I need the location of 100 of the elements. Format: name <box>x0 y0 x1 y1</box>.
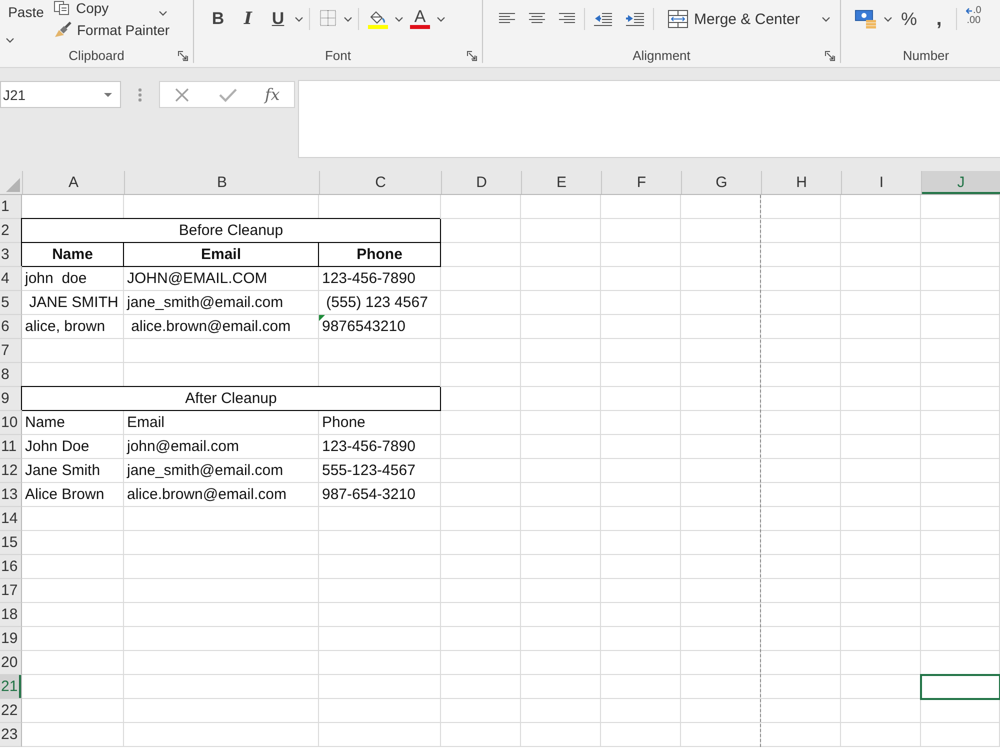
column-header[interactable]: E <box>521 171 601 194</box>
checkmark-icon[interactable] <box>218 88 237 102</box>
column-header[interactable]: H <box>761 171 841 194</box>
name-box[interactable]: J21 <box>0 81 121 108</box>
merge-center-button[interactable]: Merge & Center <box>664 6 804 32</box>
row-header[interactable]: 8 <box>0 363 22 387</box>
dialog-launcher-icon[interactable] <box>178 50 188 60</box>
increase-decimal-button[interactable]: .0 .00 <box>966 6 982 32</box>
column-header[interactable]: A <box>22 171 124 194</box>
column-header[interactable]: F <box>601 171 681 194</box>
paint-bucket-icon[interactable] <box>368 9 388 29</box>
cell-text: Name <box>25 414 66 431</box>
chevron-down-icon[interactable] <box>344 17 352 22</box>
cell-text: 9876543210 <box>322 318 406 335</box>
row-header[interactable]: 5 <box>0 291 22 315</box>
underline-button[interactable]: U <box>265 6 291 32</box>
cell-text: JOHN@EMAIL.COM <box>127 270 268 287</box>
group-label: Number <box>902 48 950 63</box>
dialog-launcher-icon[interactable] <box>467 50 477 60</box>
group-label: Alignment <box>632 48 690 63</box>
increase-indent-icon[interactable] <box>626 12 644 27</box>
row-header[interactable]: 15 <box>0 531 22 555</box>
formula-input[interactable] <box>298 80 1000 158</box>
row-header[interactable]: 4 <box>0 267 22 291</box>
cell-text: 123-456-7890 <box>322 438 416 455</box>
cancel-icon[interactable] <box>174 86 190 102</box>
row-header[interactable]: 10 <box>0 411 22 435</box>
column-header[interactable]: G <box>681 171 761 194</box>
cell-text: 555-123-4567 <box>322 462 416 479</box>
row-header[interactable]: 16 <box>0 555 22 579</box>
row-header[interactable]: 18 <box>0 603 22 627</box>
align-left-icon[interactable] <box>499 12 515 25</box>
table-title: Before Cleanup <box>22 219 441 243</box>
cell-text: Phone <box>322 414 366 431</box>
cell-text: jane_smith@email.com <box>127 294 284 311</box>
row-header[interactable]: 17 <box>0 579 22 603</box>
row-header[interactable]: 3 <box>0 243 22 267</box>
column-header[interactable]: C <box>319 171 441 194</box>
cell-text: Email <box>127 414 165 431</box>
active-cell[interactable] <box>921 675 1000 699</box>
table-title: After Cleanup <box>22 387 441 411</box>
row-header[interactable]: 21 <box>0 675 22 699</box>
cell-text: john doe <box>25 270 87 287</box>
paste-button[interactable]: Paste <box>6 0 46 34</box>
decrease-indent-icon[interactable] <box>594 12 612 27</box>
cell-text: Jane Smith <box>25 462 100 479</box>
percent-button[interactable]: % <box>896 6 922 32</box>
row-header[interactable]: 20 <box>0 651 22 675</box>
underline-bar-icon <box>410 25 430 29</box>
comma-style-button[interactable]: , <box>926 6 952 32</box>
cell-text: (555) 123 4567 <box>325 294 428 311</box>
cell-text: John Doe <box>25 438 90 455</box>
merge-cells-icon <box>668 10 688 28</box>
row-header[interactable]: 1 <box>0 195 22 219</box>
chevron-down-icon[interactable] <box>158 11 167 16</box>
row-header[interactable]: 13 <box>0 483 22 507</box>
border-grid-icon[interactable] <box>319 9 337 27</box>
row-header[interactable]: 6 <box>0 315 22 339</box>
cell-text: JANE SMITH <box>28 294 118 311</box>
chevron-down-icon[interactable] <box>822 17 830 22</box>
left-arrow-icon <box>966 8 972 14</box>
font-color-button[interactable]: A <box>407 6 433 32</box>
bold-button[interactable]: B <box>205 6 231 32</box>
row-header[interactable]: 19 <box>0 627 22 651</box>
chevron-down-icon[interactable] <box>395 17 403 22</box>
cell-text: Alice Brown <box>25 486 104 503</box>
row-header[interactable]: 2 <box>0 219 22 243</box>
column-header[interactable]: D <box>441 171 521 194</box>
chevron-down-icon[interactable] <box>437 17 445 22</box>
banknote-coins-icon[interactable] <box>855 9 877 29</box>
cell-text: 987-654-3210 <box>322 486 416 503</box>
cell-text: jane_smith@email.com <box>127 462 284 479</box>
group-label: Font <box>324 48 351 63</box>
corner-triangle-icon <box>6 178 20 192</box>
insert-function-button[interactable]: fx <box>264 85 280 104</box>
format-painter-button[interactable]: Format Painter <box>54 20 170 40</box>
row-header[interactable]: 7 <box>0 339 22 363</box>
chevron-down-icon[interactable] <box>295 17 303 22</box>
cell-text: alice.brown@email.com <box>127 486 286 503</box>
row-header[interactable]: 22 <box>0 699 22 723</box>
column-header[interactable]: B <box>124 171 319 194</box>
dialog-launcher-icon[interactable] <box>825 50 835 60</box>
grip-dots-icon[interactable] <box>138 88 142 102</box>
row-header[interactable]: 11 <box>0 435 22 459</box>
italic-button[interactable]: I <box>235 6 261 32</box>
row-header[interactable]: 23 <box>0 723 22 747</box>
chevron-down-icon[interactable] <box>884 17 892 22</box>
row-header[interactable]: 12 <box>0 459 22 483</box>
dropdown-triangle-icon[interactable] <box>104 92 112 96</box>
align-center-icon[interactable] <box>529 12 545 25</box>
cell-text: 123-456-7890 <box>322 270 416 287</box>
column-heading: Phone <box>319 243 441 267</box>
row-header[interactable]: 9 <box>0 387 22 411</box>
column-header[interactable]: J <box>921 171 1000 194</box>
copy-button[interactable]: Copy <box>54 0 109 15</box>
row-header[interactable]: 14 <box>0 507 22 531</box>
paintbrush-icon <box>54 21 72 39</box>
group-label: Clipboard <box>68 48 124 63</box>
cell-reference: J21 <box>3 86 26 102</box>
align-right-icon[interactable] <box>559 12 575 25</box>
